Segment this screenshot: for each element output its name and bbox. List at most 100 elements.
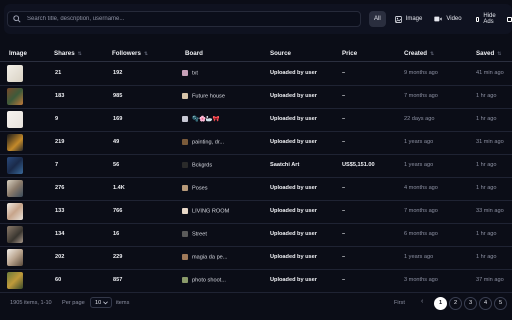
row-source: Uploaded by user [270, 116, 317, 122]
row-followers: 1.4K [113, 185, 125, 191]
pin-thumbnail[interactable] [7, 134, 23, 151]
filter-video-label: Video [446, 16, 462, 22]
table-row[interactable]: 60 857 Uploaded by user – 3 months ago 37 min… [0, 269, 512, 293]
table-row[interactable]: 202 229 Uploaded by user – 1 years ago 1 hr a… [0, 246, 512, 270]
search-input[interactable] [27, 14, 347, 24]
row-created: 3 months ago [404, 277, 438, 283]
pin-thumbnail[interactable] [7, 65, 23, 82]
pin-thumbnail[interactable] [7, 272, 23, 289]
table-row[interactable]: 21 192 Uploaded by user – 9 months ago 41 min… [0, 62, 512, 86]
row-board[interactable]: Street [182, 231, 207, 237]
pin-thumbnail[interactable] [7, 111, 23, 128]
table-header: Image Shares ⇅ Followers ⇅ Board Source Pr… [0, 46, 512, 62]
row-board-label: Future house [192, 93, 225, 100]
col-header-board: Board [185, 50, 203, 57]
pin-thumbnail[interactable] [7, 226, 23, 243]
filter-all-button[interactable]: All [369, 11, 386, 27]
row-shares: 219 [55, 139, 65, 145]
row-shares: 183 [55, 93, 65, 99]
search-box[interactable] [7, 11, 361, 27]
hide-ads-toggle[interactable]: Hide Ads [471, 11, 502, 27]
pin-thumbnail[interactable] [7, 249, 23, 266]
row-board-label: painting, dr... [192, 139, 225, 146]
row-price: – [342, 208, 346, 214]
table-row[interactable]: 9 169 Uploaded by user – 22 days ago 1 hr ago… [0, 108, 512, 132]
row-price: – [342, 70, 346, 76]
row-created: 1 years ago [404, 162, 434, 168]
row-followers: 56 [113, 162, 120, 168]
row-source: Uploaded by user [270, 231, 317, 237]
row-board[interactable]: 🫧🌸🦢🎀 [182, 116, 220, 122]
search-icon [13, 15, 21, 23]
row-board[interactable]: magia da pe... [182, 254, 227, 260]
row-saved: 1 hr ago [476, 185, 497, 191]
row-board[interactable]: Future house [182, 93, 225, 99]
pin-thumbnail[interactable] [7, 157, 23, 174]
row-saved: 1 hr ago [476, 93, 497, 99]
pin-thumbnail[interactable] [7, 88, 23, 105]
row-price: – [342, 139, 346, 145]
page-button-2[interactable]: 2 [449, 297, 462, 310]
board-thumbnail-icon [182, 208, 188, 214]
col-header-shares[interactable]: Shares ⇅ [54, 50, 82, 57]
first-page-button[interactable]: First [394, 300, 405, 306]
page-button-1[interactable]: 1 [434, 297, 447, 310]
pin-thumbnail[interactable] [7, 180, 23, 197]
row-source: Uploaded by user [270, 70, 317, 76]
row-source: Uploaded by user [270, 277, 317, 283]
table-row[interactable]: 7 56 Saatchi Art US$5,151.00 1 years ago 1 hr… [0, 154, 512, 178]
row-saved: 1 hr ago [476, 116, 497, 122]
row-created: 6 months ago [404, 231, 438, 237]
pin-thumbnail[interactable] [7, 203, 23, 220]
row-board[interactable]: LIVING ROOM [182, 208, 229, 214]
table-row[interactable]: 276 1.4K Uploaded by user – 4 months ago 1 hr… [0, 177, 512, 201]
row-price: – [342, 116, 346, 122]
per-page-label: Per page [62, 300, 85, 306]
row-shares: 9 [55, 116, 59, 122]
row-board[interactable]: Poses [182, 185, 208, 191]
checkbox-icon[interactable] [475, 16, 480, 22]
row-board-label: Poses [192, 185, 208, 192]
col-header-created[interactable]: Created ⇅ [404, 50, 434, 57]
filter-video-button[interactable]: Video [429, 11, 466, 27]
checkbox-icon[interactable] [506, 16, 512, 22]
page-button-5[interactable]: 5 [494, 297, 507, 310]
extra-filter-toggle[interactable] [502, 11, 512, 27]
col-header-saved[interactable]: Saved ⇅ [476, 50, 501, 57]
row-source: Uploaded by user [270, 93, 317, 99]
chevron-down-icon [103, 301, 108, 305]
row-followers: 985 [113, 93, 123, 99]
row-board[interactable]: photo shoot... [182, 277, 226, 283]
row-price: – [342, 254, 346, 260]
row-price: – [342, 231, 346, 237]
row-board[interactable]: txt [182, 70, 198, 76]
board-thumbnail-icon [182, 162, 188, 168]
col-header-price: Price [342, 50, 358, 57]
row-followers: 16 [113, 231, 120, 237]
filter-image-button[interactable]: Image [390, 11, 428, 27]
per-page-select[interactable]: 10 [90, 297, 112, 308]
hide-ads-label: Hide Ads [483, 13, 496, 25]
page-button-4[interactable]: 4 [479, 297, 492, 310]
row-followers: 169 [113, 116, 123, 122]
row-source: Uploaded by user [270, 208, 317, 214]
table-row[interactable]: 134 16 Uploaded by user – 6 months ago 1 hr a… [0, 223, 512, 247]
row-source: Uploaded by user [270, 254, 317, 260]
prev-page-button[interactable]: ‹ [421, 298, 423, 305]
board-thumbnail-icon [182, 70, 188, 76]
item-count: 1905 items, 1-10 [10, 300, 52, 306]
per-page-value: 10 [95, 300, 102, 306]
video-icon [434, 16, 443, 22]
board-thumbnail-icon [182, 277, 188, 283]
table-row[interactable]: 219 49 Uploaded by user – 1 years ago 31 min … [0, 131, 512, 155]
row-saved: 33 min ago [476, 208, 504, 214]
row-board-label: photo shoot... [192, 277, 226, 284]
col-header-followers[interactable]: Followers ⇅ [112, 50, 148, 57]
board-thumbnail-icon [182, 116, 188, 122]
row-board[interactable]: painting, dr... [182, 139, 224, 145]
row-board[interactable]: Bckgrds [182, 162, 212, 168]
row-created: 22 days ago [404, 116, 435, 122]
page-button-3[interactable]: 3 [464, 297, 477, 310]
table-row[interactable]: 133 766 Uploaded by user – 7 months ago 33 mi… [0, 200, 512, 224]
table-row[interactable]: 183 985 Uploaded by user – 7 months ago 1 hr … [0, 85, 512, 109]
